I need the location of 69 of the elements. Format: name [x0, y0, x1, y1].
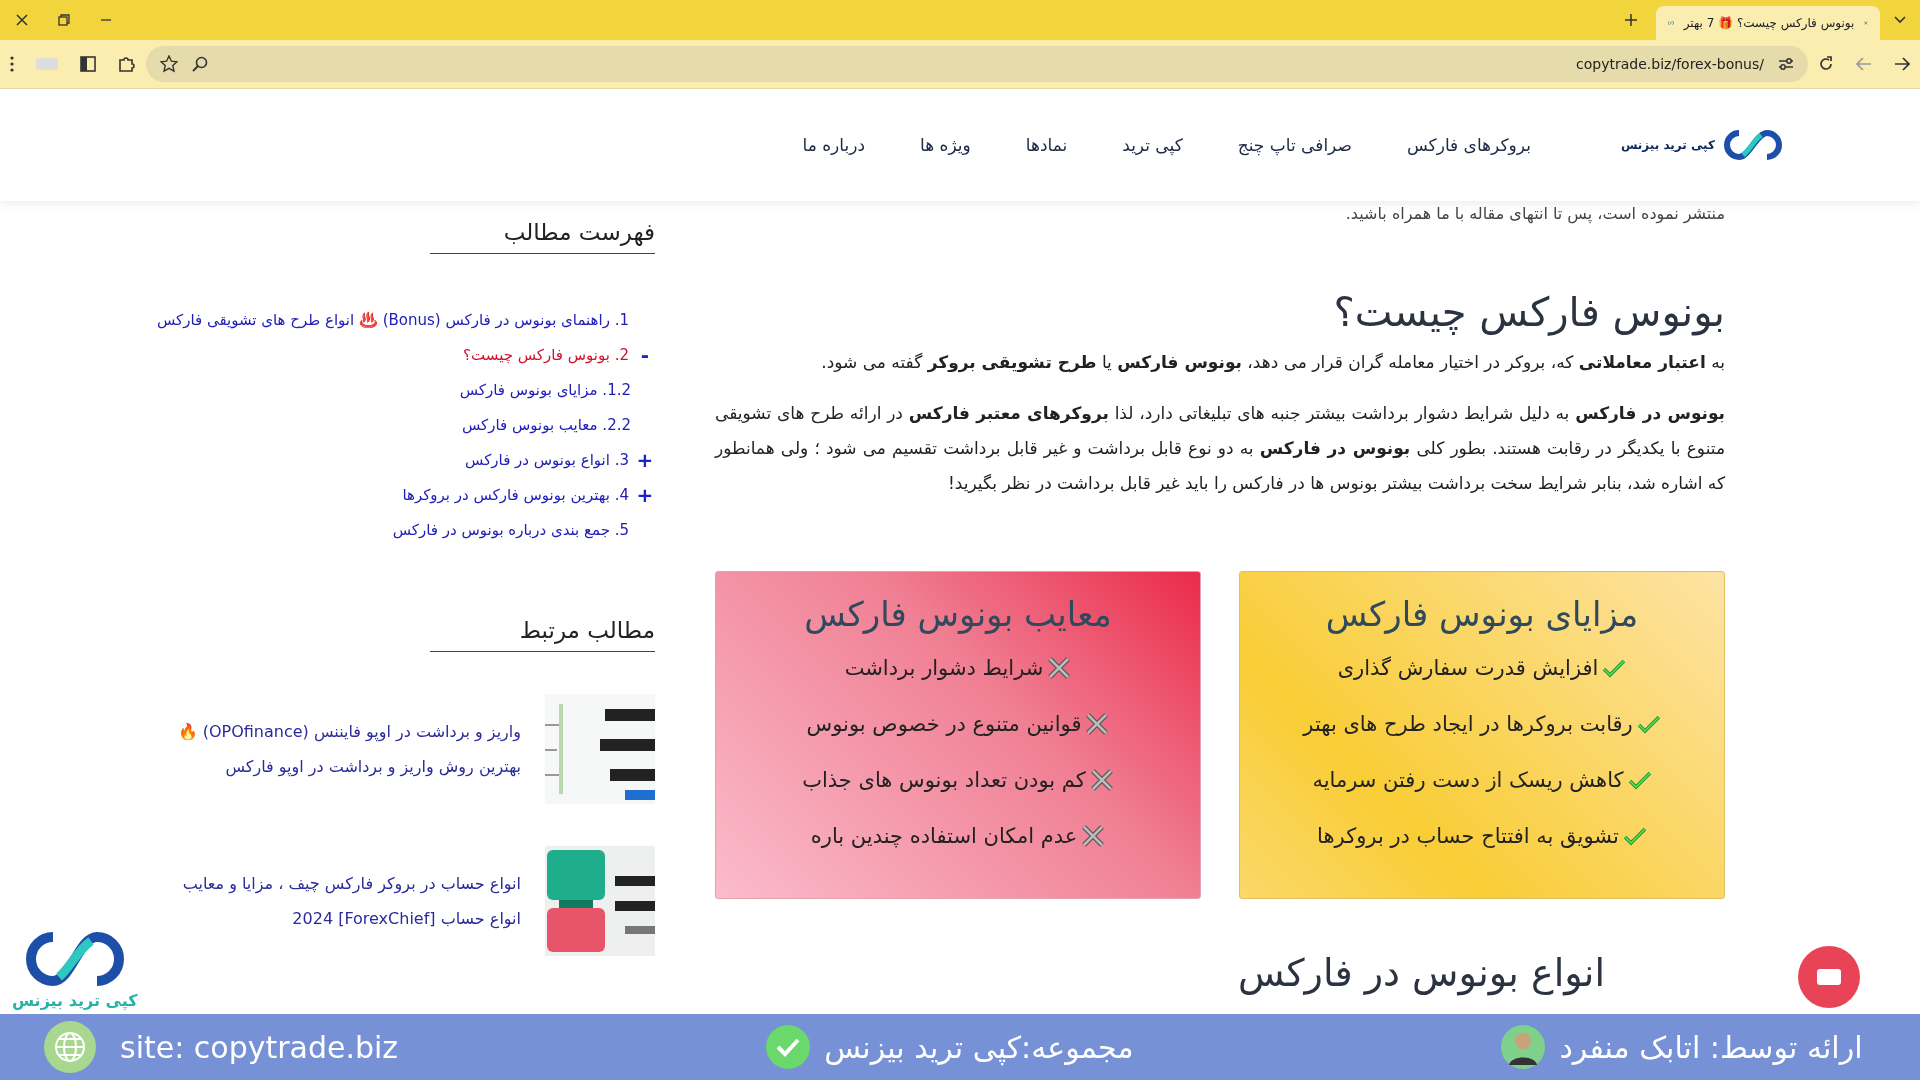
globe-icon	[44, 1021, 96, 1073]
sidebar-title: مطالب مرتبط	[519, 617, 655, 643]
menu-icon[interactable]	[10, 56, 14, 72]
logo-icon[interactable]	[1721, 127, 1785, 163]
star-icon[interactable]	[160, 55, 178, 73]
cross-icon	[1081, 824, 1106, 848]
sidebar-icon[interactable]	[80, 56, 96, 72]
check-icon	[1627, 770, 1652, 790]
toc-link[interactable]: 2. بونوس فارکس چیست؟	[463, 345, 629, 364]
toc-link[interactable]: 2.2. معایب بونوس فارکس	[461, 415, 631, 434]
card-title: مزایای بونوس فارکس	[1325, 594, 1639, 634]
toc-link[interactable]: 1.2. مزایای بونوس فارکس	[459, 380, 631, 399]
restore-icon[interactable]	[58, 14, 70, 26]
reload-icon[interactable]	[1818, 56, 1834, 72]
chevron-down-icon[interactable]	[1894, 16, 1906, 24]
card-item: افزایش قدرت سفارش گذاری	[1337, 656, 1599, 680]
cross-icon	[1085, 712, 1110, 736]
card-item: قوانین متنوع در خصوص بونوس	[806, 712, 1082, 736]
cross-icon	[1089, 768, 1114, 792]
related-link[interactable]: انواع حساب در بروکر فارکس چیف ، مزایا و معایب انواع حساب [ForexChief] 2024	[161, 866, 521, 936]
section-heading: بونوس فارکس چیست؟	[1332, 289, 1725, 335]
nav-link[interactable]: بروکرهای فارکس	[1406, 135, 1531, 155]
tab-close-icon[interactable]	[1864, 18, 1868, 28]
logo-text[interactable]: کپی ترید بیزنس	[1620, 138, 1715, 152]
card-title: معایب بونوس فارکس	[804, 594, 1112, 634]
toggle-icon[interactable]: -	[635, 342, 655, 367]
sidebar-title: فهرست مطالب	[503, 219, 655, 245]
url-text[interactable]: copytrade.biz/forex-bonus/	[1576, 56, 1764, 72]
toggle-icon[interactable]: +	[635, 482, 655, 507]
caption-text: site: copytrade.biz	[120, 1029, 399, 1065]
card-item: شرایط دشوار برداشت	[844, 656, 1044, 680]
logo-text: کپی ترید بیزنس	[12, 991, 138, 1010]
check-icon	[1636, 714, 1661, 734]
check-badge-icon	[766, 1025, 811, 1069]
section-heading: انواع بونوس در فارکس	[1237, 951, 1606, 995]
address-bar[interactable]: copytrade.biz/forex-bonus/	[146, 46, 1808, 82]
nav-link[interactable]: درباره ما	[802, 135, 865, 155]
paragraph: به اعتبار معاملاتی که، بروکر در اختیار معامله گران قرار می دهد، بونوس فارکس یا طرح تشویقی بروکر گفته می شود.	[820, 351, 1725, 375]
caption-text: ارائه توسط: اتابک منفرد	[1559, 1029, 1863, 1065]
cross-icon	[1047, 656, 1072, 680]
browser-tab[interactable]: بونوس فارکس چیست؟ 🎁 7 بهتر	[1656, 6, 1880, 40]
card-item: کم بودن تعداد بونوس های جذاب	[802, 768, 1086, 792]
nav-link[interactable]: نمادها	[1025, 135, 1068, 155]
nav-link[interactable]: ویژه ها	[919, 135, 971, 155]
forward-icon[interactable]	[1894, 57, 1910, 71]
related-link[interactable]: واریز و برداشت در اوپو فایننس (OPOfinance) 🔥 بهترین روش واریز و برداشت در اوپو فارکس	[161, 714, 521, 784]
card-item: تشویق به افتتاح حساب در بروکرها	[1317, 824, 1619, 848]
check-icon	[1622, 826, 1647, 846]
card-item: کاهش ریسک از دست رفتن سرمایه	[1312, 768, 1624, 792]
card-item: عدم امکان استفاده چندین باره	[810, 824, 1078, 848]
person-avatar	[1501, 1025, 1546, 1069]
nav-link[interactable]: صرافی تاپ چنج	[1237, 135, 1352, 155]
toc-link[interactable]: 3. انواع بونوس در فارکس	[465, 450, 629, 469]
toc-link[interactable]: 4. بهترین بونوس فارکس در بروکرها	[402, 485, 629, 504]
settings-icon[interactable]	[1778, 57, 1794, 71]
close-icon[interactable]	[16, 14, 28, 26]
infinity-logo-icon	[1668, 18, 1674, 28]
paragraph: منتشر نموده است، پس تا انتهای مقاله با ما همراه باشید.	[1344, 203, 1725, 226]
check-icon	[1602, 658, 1627, 678]
puzzle-icon[interactable]	[118, 55, 136, 73]
nav-link[interactable]: کپی ترید	[1122, 135, 1183, 155]
toc-link[interactable]: 1. راهنمای بونوس در فارکس (Bonus) ♨ انواع طرح های تشویقی فارکس	[156, 310, 629, 329]
new-tab-icon[interactable]	[1624, 13, 1638, 27]
toggle-icon[interactable]: +	[635, 447, 655, 472]
toc-link[interactable]: 5. جمع بندی درباره بونوس در فارکس	[392, 520, 629, 539]
card-item: رقابت بروکرها در ایجاد طرح های بهتر	[1303, 712, 1633, 736]
paragraph: بونوس در فارکس به دلیل شرایط دشوار برداشت بیشتر جنبه های تبلیغاتی دارد، لذا بروکرهای معتبر فارکس در ارائه طرح های تشویقی متنوع با یکدیگر در رقابت هستند. بطور کلی بونوس در فارکس به دو نوع قابل برداشت و غیر قابل برداشت تقسیم می شود ؛ ولی همانطور که اشاره شد، بنابر شرایط سخت برداشت بیشتر بونوس ها در فارکس را باید غیر قابل برداشت در نظر بگیرید!	[715, 402, 1725, 495]
search-icon[interactable]	[192, 56, 208, 72]
caption-text: مجموعه:کپی ترید بیزنس	[824, 1029, 1134, 1065]
